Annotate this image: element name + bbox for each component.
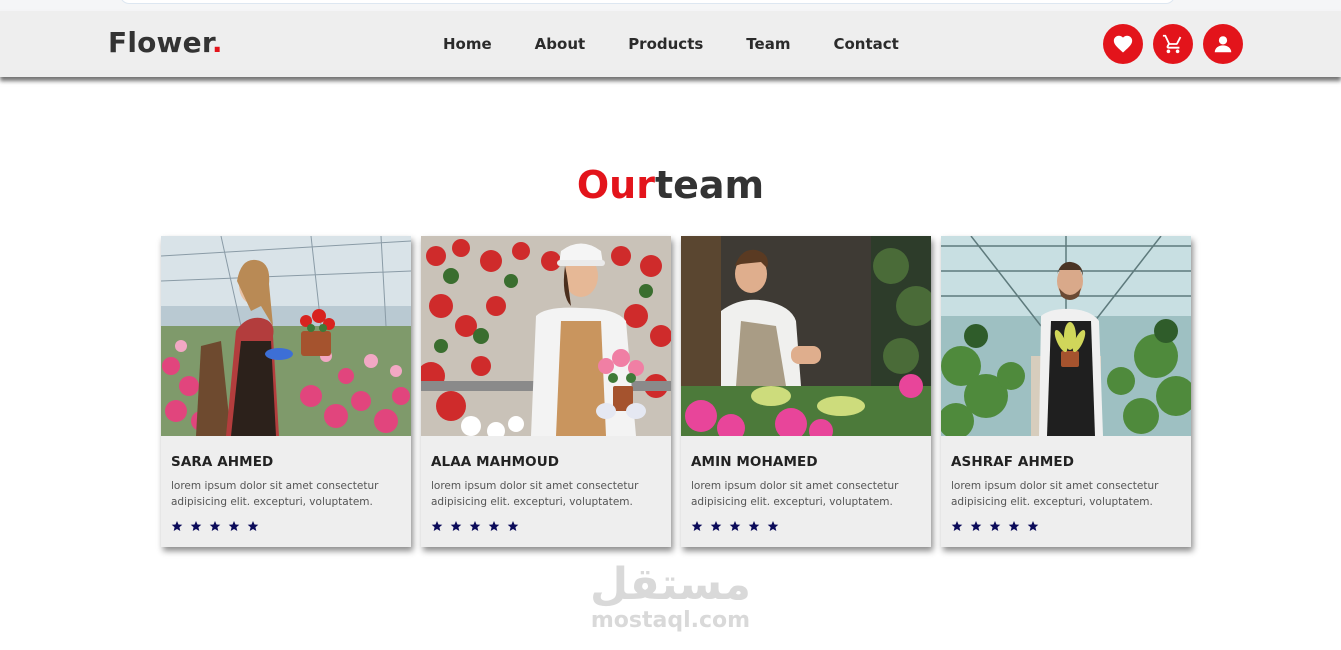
- team-member-name: ASHRAF AHMED: [951, 454, 1075, 470]
- team-member-description: lorem ipsum dolor sit amet consectetur a…: [171, 480, 379, 508]
- team-member-name: ALAA MAHMOUD: [431, 454, 560, 470]
- star-icon: [190, 520, 202, 532]
- watermark-latin: mostaql.com: [590, 608, 751, 633]
- star-icon: [748, 520, 760, 532]
- team-member-description: lorem ipsum dolor sit amet consectetur a…: [951, 480, 1159, 508]
- wishlist-button[interactable]: [1103, 24, 1143, 64]
- watermark-arabic: مستقل: [590, 559, 751, 610]
- team-card[interactable]: SARA AHMED lorem ipsum dolor sit amet co…: [161, 236, 411, 547]
- star-icon: [951, 520, 963, 532]
- main-nav: Home About Products Team Contact: [443, 35, 899, 53]
- star-icon: [450, 520, 462, 532]
- team-member-photo: [941, 236, 1191, 436]
- cart-button[interactable]: [1153, 24, 1193, 64]
- star-icon: [691, 520, 703, 532]
- nav-home[interactable]: Home: [443, 35, 492, 53]
- star-icon: [507, 520, 519, 532]
- star-icon: [710, 520, 722, 532]
- browser-top-strip: [0, 0, 1341, 11]
- star-icon: [469, 520, 481, 532]
- team-cards: SARA AHMED lorem ipsum dolor sit amet co…: [161, 236, 1191, 547]
- star-icon: [209, 520, 221, 532]
- site-header: Flower. Home About Products Team Contact: [0, 11, 1341, 77]
- watermark: مستقل mostaql.com: [0, 560, 1341, 632]
- team-member-photo: [161, 236, 411, 436]
- star-icon: [247, 520, 259, 532]
- heart-icon: [1113, 35, 1133, 53]
- star-icon: [1008, 520, 1020, 532]
- rating-stars: [691, 520, 921, 532]
- star-icon: [228, 520, 240, 532]
- team-member-description: lorem ipsum dolor sit amet consectetur a…: [691, 480, 899, 508]
- logo[interactable]: Flower.: [108, 26, 223, 59]
- address-bar: [120, 0, 1175, 4]
- nav-about[interactable]: About: [535, 35, 586, 53]
- rating-stars: [431, 520, 661, 532]
- team-member-description: lorem ipsum dolor sit amet consectetur a…: [431, 480, 639, 508]
- team-member-photo: [421, 236, 671, 436]
- rating-stars: [951, 520, 1181, 532]
- user-icon: [1214, 36, 1232, 53]
- star-icon: [431, 520, 443, 532]
- team-card[interactable]: ASHRAF AHMED lorem ipsum dolor sit amet …: [941, 236, 1191, 547]
- star-icon: [171, 520, 183, 532]
- team-member-name: SARA AHMED: [171, 454, 274, 470]
- team-member-name: AMIN MOHAMED: [691, 454, 818, 470]
- title-accent: Our: [576, 163, 655, 207]
- team-member-photo: [681, 236, 931, 436]
- star-icon: [767, 520, 779, 532]
- team-card[interactable]: ALAA MAHMOUD lorem ipsum dolor sit amet …: [421, 236, 671, 547]
- section-title: Ourteam: [0, 163, 1341, 207]
- logo-text: Flower: [108, 26, 212, 59]
- cart-icon: [1162, 34, 1182, 54]
- star-icon: [989, 520, 1001, 532]
- star-icon: [1027, 520, 1039, 532]
- rating-stars: [171, 520, 401, 532]
- nav-team[interactable]: Team: [746, 35, 790, 53]
- title-rest: team: [654, 163, 765, 207]
- team-card[interactable]: AMIN MOHAMED lorem ipsum dolor sit amet …: [681, 236, 931, 547]
- header-icons: [1103, 24, 1243, 64]
- star-icon: [729, 520, 741, 532]
- star-icon: [488, 520, 500, 532]
- nav-products[interactable]: Products: [628, 35, 703, 53]
- account-button[interactable]: [1203, 24, 1243, 64]
- nav-contact[interactable]: Contact: [833, 35, 898, 53]
- star-icon: [970, 520, 982, 532]
- logo-dot: .: [211, 26, 223, 59]
